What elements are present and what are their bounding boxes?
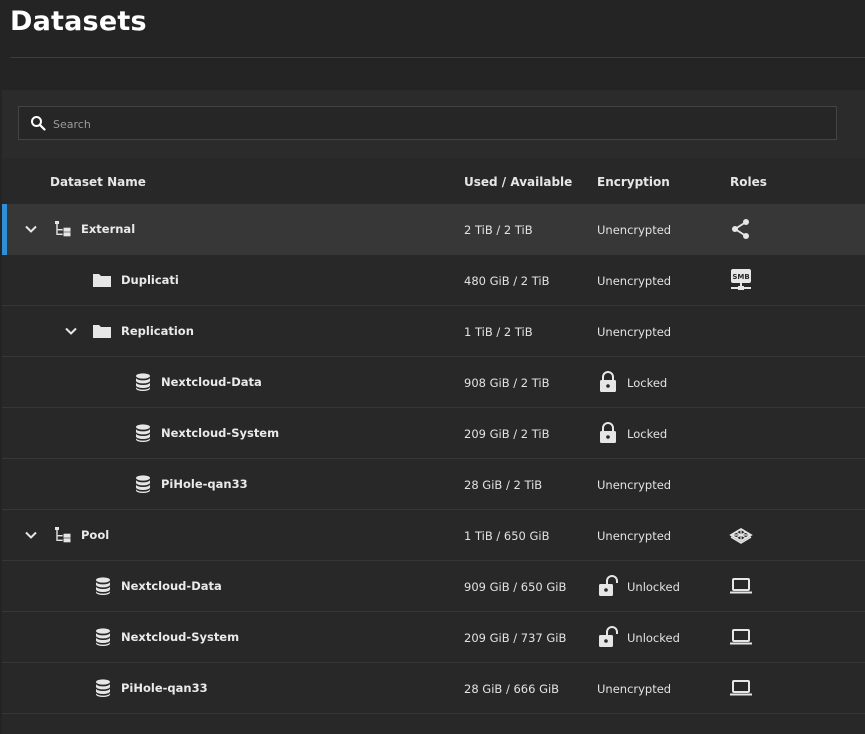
dataset-name: PiHole-qan33 bbox=[161, 477, 248, 491]
used-available: 480 GiB / 2 TiB bbox=[464, 274, 550, 288]
used-available: 1 TiB / 650 GiB bbox=[464, 529, 550, 543]
encryption-status: Locked bbox=[627, 376, 668, 390]
dataset-name: Nextcloud-Data bbox=[161, 375, 262, 389]
dataset-row-pool[interactable]: Pool 1 TiB / 650 GiB Unencrypted bbox=[2, 510, 865, 561]
used-available: 209 GiB / 737 GiB bbox=[464, 631, 567, 645]
used-available: 28 GiB / 2 TiB bbox=[464, 478, 543, 492]
used-available: 209 GiB / 2 TiB bbox=[464, 427, 550, 441]
database-icon bbox=[136, 373, 150, 391]
laptop-icon bbox=[730, 578, 752, 594]
table-header: Dataset Name Used / Available Encryption… bbox=[2, 158, 865, 204]
datasets-card: Dataset Name Used / Available Encryption… bbox=[2, 90, 865, 734]
search-box[interactable] bbox=[18, 106, 837, 140]
svg-text:SMB: SMB bbox=[732, 273, 749, 281]
laptop-icon bbox=[730, 629, 752, 645]
used-available: 28 GiB / 666 GiB bbox=[464, 682, 560, 696]
used-available: 1 TiB / 2 TiB bbox=[464, 325, 533, 339]
dataset-tree: External 2 TiB / 2 TiB Unencrypted Dupli… bbox=[2, 204, 865, 714]
dataset-name: Pool bbox=[81, 528, 110, 542]
encryption-status: Unlocked bbox=[627, 631, 680, 645]
encryption-status: Unencrypted bbox=[597, 223, 672, 237]
dataset-name: Nextcloud-System bbox=[161, 426, 280, 440]
dataset-name: Nextcloud-Data bbox=[121, 579, 222, 593]
database-icon bbox=[136, 424, 150, 442]
search-area bbox=[2, 90, 865, 158]
dataset-name: Nextcloud-System bbox=[121, 630, 240, 644]
column-header-roles[interactable]: Roles bbox=[730, 175, 767, 189]
chevron-down-icon[interactable] bbox=[63, 323, 79, 339]
laptop-icon bbox=[730, 680, 752, 696]
dataset-row-nextcloud-data[interactable]: Nextcloud-Data 909 GiB / 650 GiB Unlocke… bbox=[2, 561, 865, 612]
search-icon bbox=[31, 116, 46, 131]
dataset-name: Replication bbox=[121, 324, 194, 338]
lock-icon[interactable] bbox=[598, 422, 618, 444]
datasets-page: Datasets Dataset Name Used / Available E… bbox=[0, 0, 865, 734]
unlock-icon[interactable] bbox=[598, 575, 618, 597]
used-available: 2 TiB / 2 TiB bbox=[464, 223, 533, 237]
share-icon bbox=[732, 219, 749, 239]
folder-icon bbox=[93, 274, 111, 287]
encryption-status: Unencrypted bbox=[597, 478, 672, 492]
database-icon bbox=[96, 679, 110, 697]
dataset-row-nextcloud-system[interactable]: Nextcloud-System 209 GiB / 737 GiB Unloc… bbox=[2, 612, 865, 663]
dataset-name: PiHole-qan33 bbox=[121, 681, 208, 695]
smb-share-icon: SMB bbox=[731, 269, 751, 290]
dataset-row-pihole-qan33[interactable]: PiHole-qan33 28 GiB / 666 GiB Unencrypte… bbox=[2, 663, 865, 714]
dataset-row-replication[interactable]: Replication 1 TiB / 2 TiB Unencrypted bbox=[2, 306, 865, 357]
database-icon bbox=[136, 475, 150, 493]
chevron-down-icon[interactable] bbox=[23, 221, 39, 237]
used-available: 909 GiB / 650 GiB bbox=[464, 580, 567, 594]
unlock-icon[interactable] bbox=[598, 626, 618, 648]
selection-indicator bbox=[2, 204, 7, 255]
page-header: Datasets bbox=[0, 0, 865, 58]
dataset-row-external[interactable]: External 2 TiB / 2 TiB Unencrypted bbox=[2, 204, 865, 255]
dataset-row-nextcloud-data[interactable]: Nextcloud-Data 908 GiB / 2 TiB Locked bbox=[2, 357, 865, 408]
dataset-row-pihole-qan33[interactable]: PiHole-qan33 28 GiB / 2 TiB Unencrypted bbox=[2, 459, 865, 510]
encryption-status: Unencrypted bbox=[597, 274, 672, 288]
encryption-status: Locked bbox=[627, 427, 668, 441]
dataset-row-duplicati[interactable]: Duplicati 480 GiB / 2 TiB Unencrypted SM… bbox=[2, 255, 865, 306]
folder-icon bbox=[93, 325, 111, 338]
dataset-row-nextcloud-system[interactable]: Nextcloud-System 209 GiB / 2 TiB Locked bbox=[2, 408, 865, 459]
encryption-status: Unlocked bbox=[627, 580, 680, 594]
header-divider bbox=[10, 57, 865, 58]
column-header-used-available[interactable]: Used / Available bbox=[464, 175, 572, 189]
search-input[interactable] bbox=[51, 113, 825, 135]
encryption-status: Unencrypted bbox=[597, 682, 672, 696]
column-header-encryption[interactable]: Encryption bbox=[597, 175, 670, 189]
database-icon bbox=[96, 628, 110, 646]
dataset-name: External bbox=[81, 222, 136, 236]
page-title: Datasets bbox=[10, 6, 147, 37]
encryption-status: Unencrypted bbox=[597, 529, 672, 543]
chevron-down-icon[interactable] bbox=[23, 527, 39, 543]
dataset-name: Duplicati bbox=[121, 273, 179, 287]
pool-icon bbox=[55, 221, 71, 237]
encryption-status: Unencrypted bbox=[597, 325, 672, 339]
pool-icon bbox=[55, 527, 71, 543]
layers-icon bbox=[729, 527, 753, 544]
lock-icon[interactable] bbox=[598, 371, 618, 393]
used-available: 908 GiB / 2 TiB bbox=[464, 376, 550, 390]
column-header-dataset-name[interactable]: Dataset Name bbox=[50, 175, 146, 189]
database-icon bbox=[96, 577, 110, 595]
